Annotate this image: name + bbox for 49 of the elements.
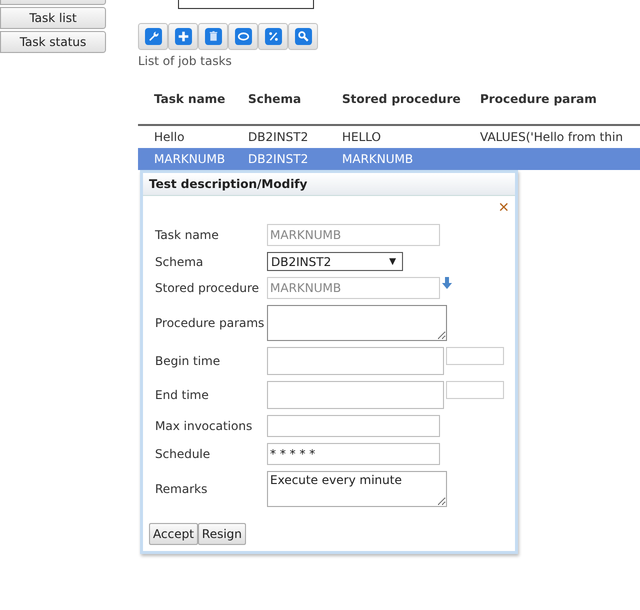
percent-icon (264, 28, 282, 45)
sidebar-button[interactable]: Task list (0, 7, 106, 29)
column-header: Schema (248, 92, 302, 106)
input-field[interactable]: * * * * * (267, 443, 440, 465)
toolbar-button[interactable] (168, 23, 198, 50)
table-cell-text: MARKNUMB (153, 152, 226, 166)
time-field[interactable] (446, 381, 504, 399)
table-cell-text: VALUES('Hello from thin (480, 130, 624, 144)
dialog-title: Test description/Modify (143, 173, 515, 196)
field-label: Remarks (155, 482, 208, 496)
column-header: Task name (153, 92, 226, 106)
toolbar-button[interactable] (228, 23, 258, 50)
toolbar-button[interactable] (258, 23, 288, 50)
sidebar-button[interactable]: Task status (0, 31, 106, 53)
down-arrow-icon[interactable] (442, 277, 452, 289)
field-label: Begin time (155, 354, 222, 368)
field-label: Procedure params (155, 316, 266, 330)
toolbar-button[interactable] (198, 23, 228, 50)
trash-icon (204, 28, 222, 45)
column-header: Procedure param (480, 92, 598, 106)
field-label: Stored procedure (155, 281, 260, 295)
list-title: List of job tasks (138, 54, 233, 68)
dialog-button[interactable]: Resign (198, 523, 246, 545)
toolbar-button[interactable] (138, 23, 168, 50)
date-field[interactable] (267, 347, 444, 375)
table-cell-text: DB2INST2 (248, 130, 310, 144)
date-field[interactable] (267, 381, 444, 409)
table-cell-text: HELLO (342, 130, 382, 144)
table-cell-text: Hello (153, 130, 186, 144)
close-button[interactable]: × (498, 198, 509, 216)
table-row[interactable]: Hello DB2INST2 HELLO VALUES('Hello from thin (138, 126, 640, 148)
field-label: Max invocations (155, 419, 254, 433)
text-area[interactable]: Execute every minute (267, 471, 447, 507)
field-label: End time (155, 388, 210, 402)
column-header: Stored procedure (342, 92, 462, 106)
schema-select[interactable]: DB2INST2 ▼ (267, 252, 403, 271)
plus-icon (174, 28, 192, 45)
text-area[interactable] (267, 305, 447, 341)
dialog-button[interactable]: Accept (149, 523, 198, 545)
table-cell-text: DB2INST2 (248, 152, 310, 166)
time-field[interactable] (446, 347, 504, 365)
field-label: Schedule (155, 447, 212, 461)
search-icon (294, 28, 312, 45)
field-label: Schema (155, 254, 204, 268)
input-field[interactable] (267, 415, 440, 437)
wrench-icon (144, 28, 162, 45)
table-cell-text: MARKNUMB (342, 152, 414, 166)
toolbar-button[interactable] (288, 23, 318, 50)
field-label: Task name (155, 228, 220, 242)
